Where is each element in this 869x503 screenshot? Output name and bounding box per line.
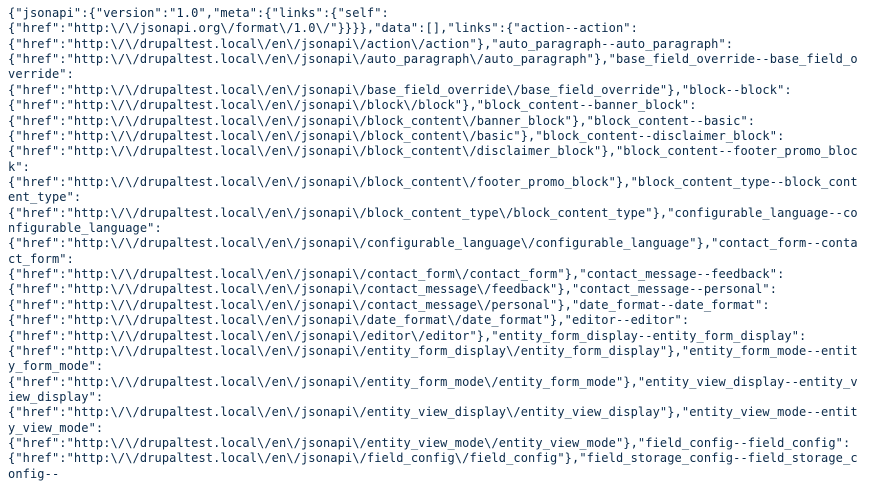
- json-response-text: {"jsonapi":{"version":"1.0","meta":{"lin…: [8, 6, 861, 482]
